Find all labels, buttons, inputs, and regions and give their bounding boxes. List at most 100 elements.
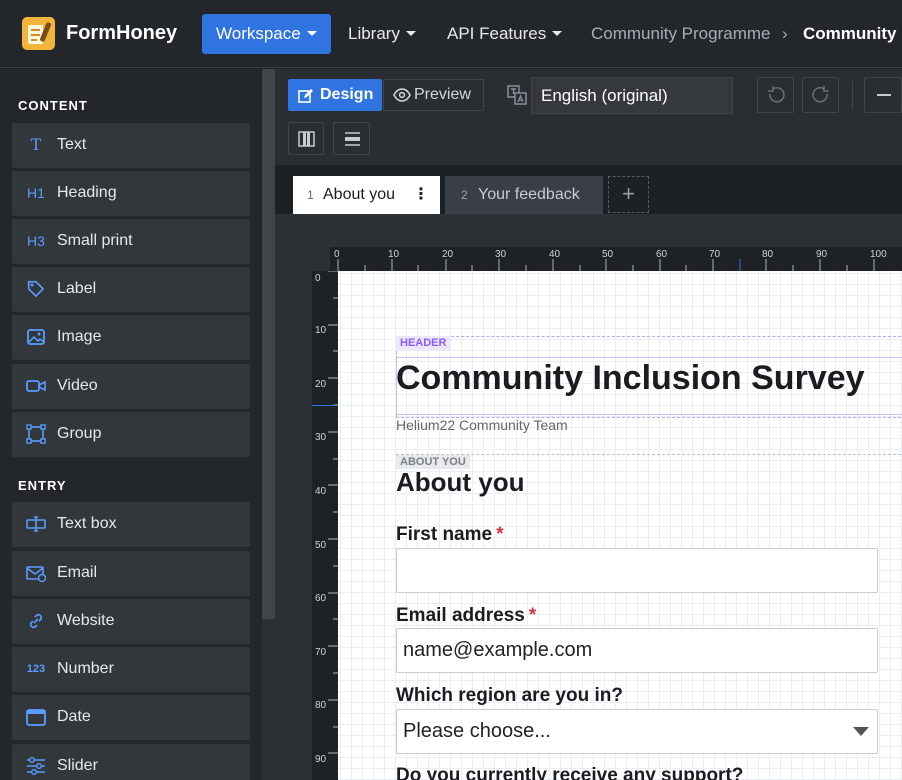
- sidebar-item-label: Text: [57, 136, 87, 153]
- formhoney-logo-icon[interactable]: [22, 17, 55, 50]
- sidebar-item-label: Website: [57, 612, 115, 629]
- email-icon: [25, 563, 47, 583]
- email-address-label: Email address *: [396, 605, 537, 626]
- video-icon: [25, 376, 47, 396]
- required-asterisk: *: [528, 605, 537, 626]
- group-icon: [25, 424, 47, 444]
- columns-icon: [298, 131, 315, 147]
- tab-number: 2: [461, 188, 468, 202]
- section-block-outline: [396, 454, 902, 455]
- ruler-label: 30: [315, 432, 327, 443]
- sidebar-item-small-print[interactable]: H3 Small print: [12, 219, 250, 264]
- page-tabs: 1 About you ⋮ 2 Your feedback +: [275, 165, 902, 214]
- sidebar-item-label: Number: [57, 660, 114, 677]
- more-vertical-icon[interactable]: ⋮: [413, 176, 429, 214]
- sidebar-item-label: Label: [57, 280, 97, 297]
- minus-icon: [877, 94, 891, 96]
- heading-icon: H1: [27, 185, 45, 201]
- top-navbar: FormHoney Workspace Library API Features…: [0, 0, 902, 68]
- preview-label: Preview: [414, 86, 471, 103]
- ruler-label: 10: [315, 325, 327, 336]
- required-asterisk: *: [496, 524, 504, 545]
- sidebar-item-video[interactable]: Video: [12, 364, 250, 409]
- content-section-heading: CONTENT: [18, 98, 88, 113]
- form-page: HEADER Community Inclusion Survey Helium…: [338, 271, 902, 780]
- sidebar-item-heading[interactable]: H1 Heading: [12, 171, 250, 216]
- support-question-label: Do you currently receive any support?: [396, 765, 744, 780]
- sidebar-item-date[interactable]: Date: [12, 695, 250, 740]
- form-title[interactable]: Community Inclusion Survey: [396, 359, 865, 398]
- add-page-button[interactable]: +: [608, 176, 649, 213]
- horizontal-ruler: 0 10 20 30 40 50 60 70 80 90 100: [330, 247, 902, 271]
- preview-button[interactable]: Preview: [383, 79, 484, 111]
- region-select[interactable]: Please choose...: [396, 709, 878, 754]
- tab-number: 1: [307, 188, 314, 202]
- sidebar-item-group[interactable]: Group: [12, 412, 250, 457]
- vertical-ruler: 0 10 20 30 40 50 60 70 80 90: [312, 271, 338, 780]
- text-box-icon: [25, 514, 47, 534]
- ruler-label: 90: [315, 754, 327, 765]
- ruler-label: 60: [315, 593, 327, 604]
- tag-icon: [25, 279, 47, 299]
- columns-layout-button[interactable]: [288, 122, 324, 155]
- scrollbar-thumb[interactable]: [262, 69, 275, 619]
- section-title[interactable]: About you: [396, 467, 525, 498]
- breadcrumb-current: Community I: [803, 24, 902, 43]
- chevron-down-icon: [552, 30, 563, 36]
- small-print-icon: H3: [27, 233, 45, 249]
- component-sidebar: CONTENT T Text H1 Heading H3 Small print…: [0, 69, 262, 780]
- sidebar-item-image[interactable]: Image: [12, 315, 250, 360]
- sidebar-item-label: Group: [57, 425, 102, 442]
- first-name-input[interactable]: [396, 548, 878, 593]
- ruler-label: 20: [315, 379, 327, 390]
- sidebar-item-label-field[interactable]: Label: [12, 267, 250, 312]
- nav-workspace[interactable]: Workspace: [202, 14, 331, 54]
- number-icon: 123: [26, 663, 46, 675]
- ruler-label: 80: [315, 700, 327, 711]
- breadcrumb-chevron-icon: ›: [782, 24, 788, 43]
- undo-button[interactable]: [757, 77, 794, 113]
- sidebar-item-label: Heading: [57, 184, 117, 201]
- app-name[interactable]: FormHoney: [66, 22, 177, 45]
- sidebar-item-label: Slider: [57, 757, 98, 774]
- tab-label: Your feedback: [478, 186, 580, 203]
- calendar-icon: [25, 707, 47, 727]
- ruler-ticks: [337, 259, 875, 271]
- design-button[interactable]: Design: [288, 79, 382, 111]
- form-subtitle[interactable]: Helium22 Community Team: [396, 417, 568, 433]
- sidebar-item-slider[interactable]: Slider: [12, 744, 250, 780]
- zoom-out-button[interactable]: [864, 77, 902, 113]
- sidebar-item-label: Date: [57, 708, 91, 725]
- ruler-label: 50: [315, 540, 327, 551]
- region-select-value: Please choose...: [403, 720, 551, 742]
- editor-toolbar: Design Preview English (original): [275, 69, 902, 165]
- sidebar-item-text-box[interactable]: Text box: [12, 502, 250, 547]
- translate-icon: [507, 85, 527, 105]
- sidebar-item-text[interactable]: T Text: [12, 123, 250, 168]
- nav-api-features[interactable]: API Features: [433, 14, 576, 54]
- nav-library[interactable]: Library: [334, 14, 430, 54]
- rows-icon: [345, 132, 360, 146]
- undo-icon: [768, 86, 785, 103]
- sidebar-item-number[interactable]: 123 Number: [12, 647, 250, 692]
- sidebar-item-label: Text box: [57, 515, 117, 532]
- region-label: Which region are you in?: [396, 685, 623, 706]
- design-label: Design: [320, 86, 374, 103]
- rows-layout-button[interactable]: [333, 122, 370, 155]
- sidebar-item-label: Email: [57, 564, 98, 581]
- tab-your-feedback[interactable]: 2 Your feedback: [445, 176, 603, 214]
- ruler-marker: [312, 405, 338, 406]
- chevron-down-icon: [306, 30, 317, 36]
- ruler-label: 0: [315, 273, 321, 284]
- sidebar-scrollbar[interactable]: [262, 69, 275, 780]
- redo-button[interactable]: [802, 77, 839, 113]
- breadcrumb-programme[interactable]: Community Programme: [591, 24, 771, 44]
- sidebar-item-website[interactable]: Website: [12, 599, 250, 644]
- language-select[interactable]: English (original): [531, 77, 733, 114]
- chevron-down-icon: [405, 30, 416, 36]
- edit-icon: [298, 89, 313, 103]
- tab-about-you[interactable]: 1 About you ⋮: [293, 176, 440, 214]
- email-address-input[interactable]: name@example.com: [396, 628, 878, 673]
- sidebar-item-email[interactable]: Email: [12, 551, 250, 596]
- header-badge: HEADER: [396, 336, 451, 350]
